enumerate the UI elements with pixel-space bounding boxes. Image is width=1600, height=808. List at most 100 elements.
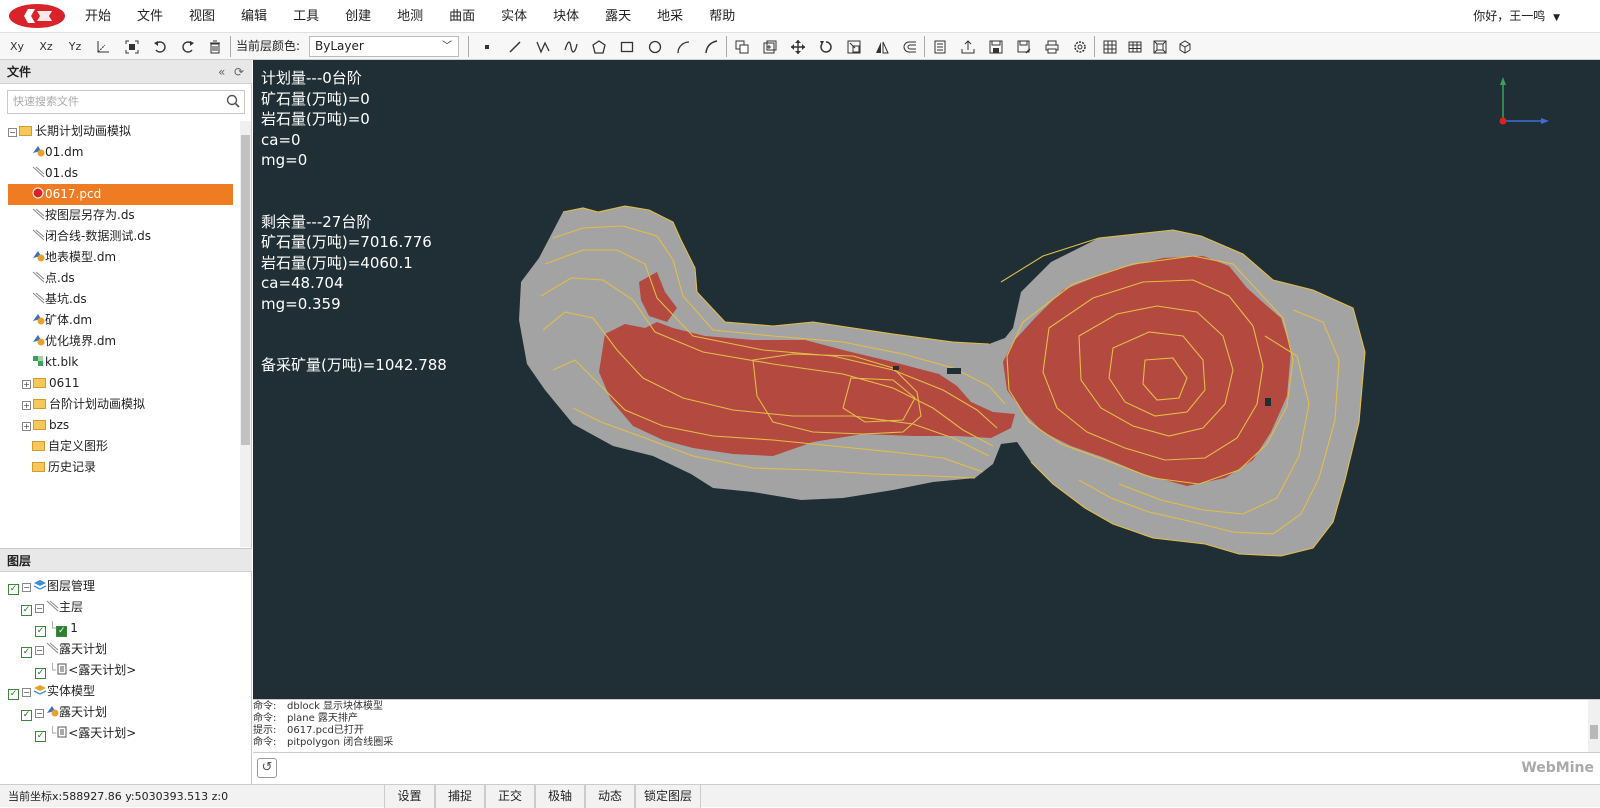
file-search-input[interactable]: 快速搜索文件 [7,90,245,114]
tree-item-kt-blk[interactable]: kt.blk [32,352,78,373]
menu-help[interactable]: 帮助 [696,0,748,33]
tree-folder-bzs[interactable]: + bzs [22,415,69,436]
refresh-icon[interactable]: ⟳ [234,60,244,84]
delete-icon[interactable] [204,36,226,57]
layer-visibility-checkbox[interactable]: ✓ [8,689,19,700]
layer-visibility-checkbox[interactable]: ✓ [21,647,32,658]
print-icon[interactable] [1041,36,1063,57]
layer-solid-openpit-plan[interactable]: ✓ − 露天计划 [21,702,107,723]
collapse-icon[interactable]: − [8,128,17,137]
ortho-button[interactable]: 正交 [485,785,535,808]
menu-edit[interactable]: 编辑 [228,0,280,33]
offset-icon[interactable] [759,36,781,57]
scrollbar-thumb[interactable] [1590,725,1598,739]
tree-folder-bench-plan[interactable]: + 台阶计划动画模拟 [22,394,145,415]
tree-folder-long-term-plan[interactable]: − 长期计划动画模拟 [8,121,131,142]
scale-icon[interactable] [843,36,865,57]
collapse-icon[interactable]: − [22,583,31,592]
layer-visibility-checkbox[interactable]: ✓ [35,626,46,637]
move-icon[interactable] [787,36,809,57]
scrollbar-thumb[interactable] [241,135,250,445]
tree-item-save-by-layer[interactable]: 按图层另存为.ds [32,205,135,226]
layer-solid-openpit-plan-object[interactable]: ✓ └ <露天计划> [35,723,136,744]
tree-item-orebody[interactable]: 矿体.dm [32,310,92,331]
menu-start[interactable]: 开始 [72,0,124,33]
menu-solid[interactable]: 实体 [488,0,540,33]
export-icon[interactable] [957,36,979,57]
spline-icon[interactable] [560,36,582,57]
axis-icon[interactable] [92,36,114,57]
save-icon[interactable] [985,36,1007,57]
cube-icon[interactable] [1174,36,1196,57]
viewport-canvas[interactable]: 计划量---0台阶 矿石量(万吨)=0 岩石量(万吨)=0 ca=0 mg=0 … [253,60,1600,699]
block-view-icon[interactable] [1149,36,1171,57]
tree-item-01-dm[interactable]: 01.dm [32,142,83,163]
tree-item-0617-pcd[interactable]: 0617.pcd [8,184,233,205]
grid-icon[interactable] [1099,36,1121,57]
polyline-icon[interactable] [532,36,554,57]
lock-layer-button[interactable]: 锁定图层 [635,785,701,808]
collapse-icon[interactable]: − [35,646,44,655]
menu-underground[interactable]: 地采 [644,0,696,33]
circle-icon[interactable] [644,36,666,57]
layer-group-management[interactable]: ✓ − 图层管理 [8,576,95,597]
layer-visibility-checkbox[interactable]: ✓ [8,584,19,595]
table-icon[interactable] [1124,36,1146,57]
point-icon[interactable] [476,36,498,57]
command-log-scrollbar[interactable] [1588,700,1600,753]
menu-tools[interactable]: 工具 [280,0,332,33]
view-xy-button[interactable]: Xy [6,36,28,57]
polar-button[interactable]: 极轴 [535,785,585,808]
layer-visibility-checkbox[interactable]: ✓ [21,710,32,721]
zoom-extents-icon[interactable] [121,36,143,57]
copy-icon[interactable] [731,36,753,57]
settings-icon[interactable] [1069,36,1091,57]
tree-item-surface-model[interactable]: 地表模型.dm [32,247,116,268]
rectangle-icon[interactable] [616,36,638,57]
collapse-icon[interactable]: − [35,709,44,718]
menu-openpit[interactable]: 露天 [592,0,644,33]
menu-view[interactable]: 视图 [176,0,228,33]
view-yz-button[interactable]: Yz [64,36,86,57]
tree-item-optimized-boundary[interactable]: 优化境界.dm [32,331,116,352]
snap-button[interactable]: 捕捉 [435,785,485,808]
collapse-icon[interactable]: − [35,604,44,613]
document-icon[interactable] [929,36,951,57]
expand-icon[interactable]: + [22,422,31,431]
undo-icon[interactable] [149,36,171,57]
menu-block[interactable]: 块体 [540,0,592,33]
expand-icon[interactable]: + [22,380,31,389]
tree-item-01-ds[interactable]: 01.ds [32,163,78,184]
layer-openpit-plan[interactable]: ✓ − 露天计划 [21,639,107,660]
search-icon[interactable] [226,94,240,108]
menu-survey[interactable]: 地测 [384,0,436,33]
polygon-icon[interactable] [588,36,610,57]
tree-item-points[interactable]: 点.ds [32,268,75,289]
menu-surface[interactable]: 曲面 [436,0,488,33]
layer-visibility-checkbox[interactable]: ✓ [35,668,46,679]
line-icon[interactable] [504,36,526,57]
menu-file[interactable]: 文件 [124,0,176,33]
tree-folder-custom-graphics[interactable]: 自定义图形 [32,436,108,457]
mirror-icon[interactable] [871,36,893,57]
layer-group-solid-model[interactable]: ✓ − 实体模型 [8,681,95,702]
command-history-icon[interactable]: ↺ [257,758,277,778]
dynamic-button[interactable]: 动态 [585,785,635,808]
command-input-bar[interactable]: ↺ WebMine [253,752,1600,783]
collapse-icon[interactable]: − [22,688,31,697]
layer-openpit-plan-object[interactable]: ✓ └ <露天计划> [35,660,136,681]
tree-item-foundation-pit[interactable]: 基坑.ds [32,289,87,310]
layer-1[interactable]: ✓ └ ✓ 1 [35,618,78,639]
user-menu[interactable]: 你好，王一鸣 ▼ [1473,0,1560,33]
layer-main[interactable]: ✓ − 主层 [21,597,83,618]
save-as-icon[interactable] [1013,36,1035,57]
expand-icon[interactable]: + [22,401,31,410]
settings-button[interactable]: 设置 [384,785,435,808]
menu-create[interactable]: 创建 [332,0,384,33]
curve-icon[interactable] [700,36,722,57]
layer-color-select[interactable]: ByLayer ﹀ [309,36,459,57]
layer-visibility-checkbox[interactable]: ✓ [21,605,32,616]
trim-icon[interactable] [899,36,921,57]
file-tree-scrollbar[interactable] [240,121,251,547]
tree-item-closed-line-test[interactable]: 闭合线-数据测试.ds [32,226,151,247]
